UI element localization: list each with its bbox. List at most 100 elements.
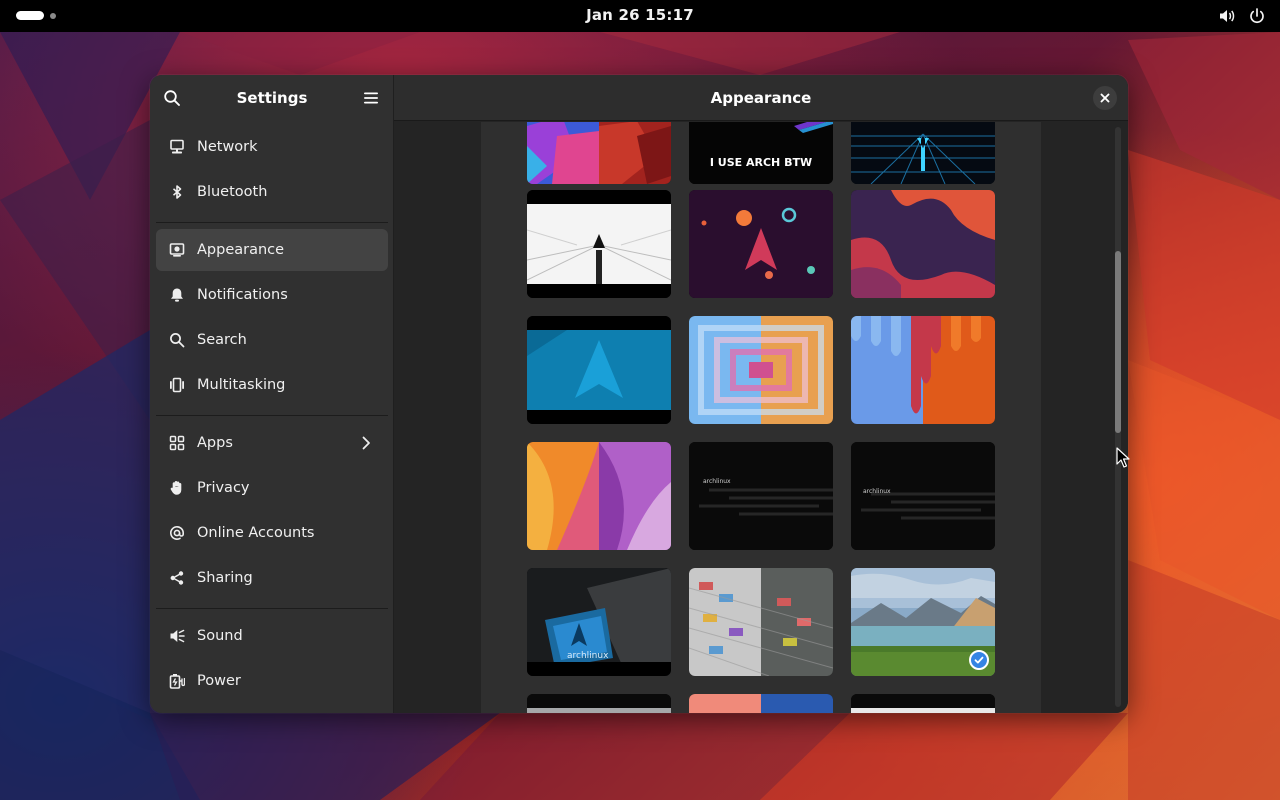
wallpaper-white-partial (851, 694, 995, 713)
wallpaper-orange-purple-curves (527, 442, 671, 550)
sidebar-item-label: Apps (197, 435, 233, 451)
wallpaper-thumbnail[interactable] (527, 442, 671, 550)
wallpaper-thumbnail[interactable] (851, 568, 995, 676)
system-tray[interactable] (1218, 7, 1266, 25)
close-icon (1100, 93, 1110, 103)
sidebar-item-sharing[interactable]: Sharing (156, 557, 388, 599)
mouse-cursor-icon (1116, 447, 1130, 468)
wallpaper-gallery[interactable]: I USE ARCH BTW archlinux archlinux archl… (481, 122, 1041, 713)
wallpaper-thumbnail[interactable] (689, 316, 833, 424)
sidebar-item-label: Appearance (197, 242, 285, 258)
speaker-icon (168, 627, 186, 645)
wallpaper-thumbnail[interactable] (689, 694, 833, 713)
volume-icon[interactable] (1218, 7, 1236, 25)
sidebar-group-apps: Apps Privacy Online Accounts Sharing (156, 422, 388, 602)
wallpaper-pastel-spiral (689, 316, 833, 424)
sidebar-item-bluetooth[interactable]: Bluetooth (156, 171, 388, 213)
wallpaper-i-use-arch-btw: I USE ARCH BTW (689, 122, 833, 184)
sidebar-item-notifications[interactable]: Notifications (156, 274, 388, 316)
sidebar-header: Settings (150, 75, 394, 121)
wallpaper-thumbnail[interactable] (527, 316, 671, 424)
wallpaper-thumbnail[interactable] (851, 316, 995, 424)
sidebar-group-connectivity: Network Bluetooth (156, 126, 388, 216)
bluetooth-icon (168, 183, 186, 201)
chevron-right-icon (362, 436, 370, 450)
wallpaper-thumbnail[interactable]: archlinux (527, 568, 671, 676)
sidebar-item-appearance[interactable]: Appearance (156, 229, 388, 271)
sidebar-separator (156, 222, 388, 223)
sidebar-item-label: Privacy (197, 480, 250, 496)
sidebar-item-privacy[interactable]: Privacy (156, 467, 388, 509)
sidebar-item-apps[interactable]: Apps (156, 422, 388, 464)
sidebar-item-label: Search (197, 332, 247, 348)
sidebar-item-label: Sound (197, 628, 243, 644)
at-icon (168, 524, 186, 542)
wallpaper-space-arch-planets (689, 190, 833, 298)
sidebar-group-hardware: Sound Power (156, 615, 388, 705)
svg-text:archlinux: archlinux (567, 651, 609, 661)
wallpaper-thumbnail[interactable]: archlinux (851, 442, 995, 550)
sidebar-item-label: Sharing (197, 570, 253, 586)
scrollbar-thumb[interactable] (1115, 251, 1121, 433)
wallpaper-blue-arch-logo (527, 316, 671, 424)
wallpaper-purple-orange-waves (851, 190, 995, 298)
multitasking-icon (168, 376, 186, 394)
wallpaper-thumbnail[interactable] (527, 694, 671, 713)
close-button[interactable] (1093, 86, 1117, 110)
clock[interactable]: Jan 26 15:17 (0, 6, 1280, 24)
top-bar: Jan 26 15:17 (0, 0, 1280, 32)
wallpaper-thumbnail[interactable] (527, 122, 671, 184)
sidebar-item-label: Bluetooth (197, 184, 268, 200)
wallpaper-white-arch-perspective (527, 190, 671, 298)
network-icon (168, 138, 186, 156)
sidebar-item-label: Network (197, 139, 258, 155)
appearance-icon (168, 241, 186, 259)
wallpaper-thumbnail[interactable] (851, 190, 995, 298)
wallpaper-blue-orange-drips (851, 316, 995, 424)
sidebar-separator (156, 415, 388, 416)
selected-checkmark (969, 650, 989, 670)
sidebar-title: Settings (236, 89, 308, 107)
wallpaper-thumbnail[interactable] (851, 694, 995, 713)
sidebar-item-sound[interactable]: Sound (156, 615, 388, 657)
sidebar-item-label: Notifications (197, 287, 288, 303)
wallpaper-thumbnail[interactable] (527, 190, 671, 298)
apps-icon (168, 434, 186, 452)
search-button[interactable] (161, 87, 183, 109)
sidebar-item-online-accounts[interactable]: Online Accounts (156, 512, 388, 554)
main-menu-button[interactable] (360, 87, 382, 109)
sidebar-item-label: Online Accounts (197, 525, 315, 541)
wallpaper-thumbnail[interactable] (689, 190, 833, 298)
share-icon (168, 569, 186, 587)
sidebar-item-multitasking[interactable]: Multitasking (156, 364, 388, 406)
sidebar-item-power[interactable]: Power (156, 660, 388, 702)
wallpaper-thumbnail[interactable]: I USE ARCH BTW (689, 122, 833, 184)
wallpaper-thumbnail[interactable] (689, 568, 833, 676)
sidebar-item-label: Multitasking (197, 377, 286, 393)
wallpaper-arch-crt-monitor: archlinux (527, 568, 671, 676)
wallpaper-thumbnail[interactable]: archlinux (689, 442, 833, 550)
svg-text:I USE ARCH BTW: I USE ARCH BTW (710, 156, 812, 169)
sidebar-separator (156, 608, 388, 609)
appearance-panel: Appearance I USE ARCH BTW archlinux arch… (394, 75, 1128, 713)
wallpaper-thumbnail[interactable] (851, 122, 995, 184)
power-icon[interactable] (1248, 7, 1266, 25)
wallpaper-archlinux-dark-1: archlinux (689, 442, 833, 550)
content-header: Appearance (394, 75, 1128, 121)
sidebar-group-desktop: Appearance Notifications Search Multitas… (156, 229, 388, 409)
hand-icon (168, 479, 186, 497)
settings-sidebar: Settings Network Bluetooth Appearance No… (150, 75, 394, 713)
search-icon (164, 90, 180, 106)
power-plug-icon (168, 672, 186, 690)
wallpaper-neon-grid-arch (851, 122, 995, 184)
svg-text:archlinux: archlinux (863, 488, 891, 495)
settings-window: Settings Network Bluetooth Appearance No… (150, 75, 1128, 713)
sidebar-item-network[interactable]: Network (156, 126, 388, 168)
sidebar-item-label: Power (197, 673, 241, 689)
wallpaper-isometric-keys (689, 568, 833, 676)
checkmark-icon (974, 656, 984, 664)
svg-text:archlinux: archlinux (703, 478, 731, 485)
sidebar-item-search[interactable]: Search (156, 319, 388, 361)
wallpaper-archlinux-dark-2: archlinux (851, 442, 995, 550)
wallpaper-gray-partial (527, 694, 671, 713)
